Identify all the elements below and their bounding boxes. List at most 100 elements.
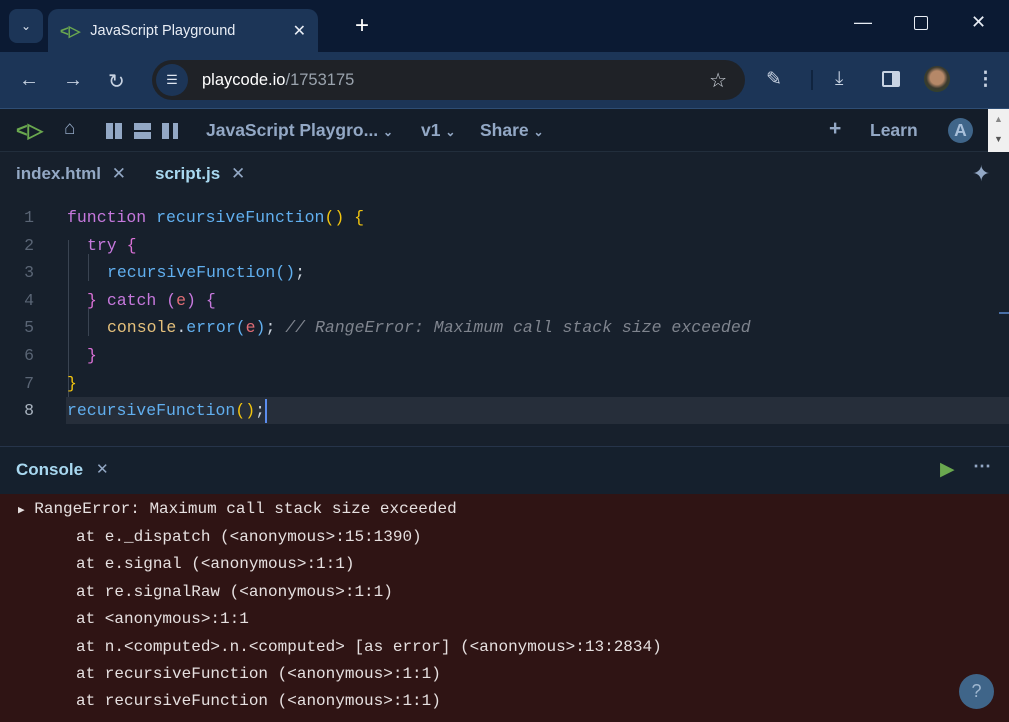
home-icon[interactable]: ⌂ [64,118,75,140]
line-number: 2 [24,235,34,255]
file-tabs: index.html ✕ script.js ✕ ✦ [0,152,1009,196]
scroll-up-icon[interactable]: ▲ [988,109,1009,129]
minimize-icon[interactable]: — [854,12,872,33]
code-text: console.error(e); // RangeError: Maximum… [107,314,751,341]
playcode-logo-icon: <▷ [60,22,81,40]
download-icon[interactable]: ⤓ [835,68,843,90]
scrollbar[interactable]: ▲ ▼ [988,109,1009,152]
chevron-down-icon: ⌄ [445,125,456,139]
code-token: ( [166,290,177,310]
code-line[interactable]: 5 console.error(e); // RangeError: Maximu… [0,314,1009,341]
more-vert-icon[interactable]: ⋮ [976,68,995,91]
code-token: . [176,318,187,338]
stack-frame: at n.<computed>.n.<computed> [as error] … [76,637,662,656]
code-text: recursiveFunction(); [67,397,268,424]
expand-triangle-icon[interactable]: ▶ [18,505,25,517]
close-icon[interactable]: ✕ [112,164,126,183]
project-name-dropdown[interactable]: JavaScript Playgro... ⌄ [206,120,393,141]
code-line[interactable]: 8 recursiveFunction(); [0,397,1009,425]
forward-icon[interactable]: → [63,69,83,92]
console-output: ▶ RangeError: Maximum call stack size ex… [0,494,1009,722]
tab-script-js[interactable]: script.js ✕ [155,164,245,184]
code-text: try { [87,232,137,259]
line-number: 5 [24,318,34,338]
learn-button[interactable]: Learn [870,120,918,141]
profile-avatar[interactable] [924,66,950,92]
line-number: 6 [24,346,34,365]
playcode-logo-icon[interactable]: <▷ [16,118,43,143]
tab-title: JavaScript Playground [90,22,236,39]
code-token: ; [265,318,286,338]
line-number: 7 [24,373,34,393]
star-icon[interactable]: ☆ [709,68,727,93]
browser-tab[interactable]: <▷ JavaScript Playground ✕ [48,9,318,52]
line-number: 1 [24,208,34,227]
code-text: } [87,342,97,369]
tab-index-html[interactable]: index.html ✕ [16,164,126,184]
code-line[interactable]: 1 function recursiveFunction() { [0,204,1009,231]
url-text[interactable]: playcode.io/1753175 [202,71,354,90]
code-token: } [67,373,77,393]
layout-columns-icon[interactable] [106,123,122,139]
close-icon[interactable]: ✕ [293,21,306,41]
code-text: recursiveFunction(); [107,259,305,286]
stack-frame: at re.signalRaw (<anonymous>:1:1) [76,582,393,601]
code-token: () [275,263,296,283]
plus-icon: + [355,12,370,39]
code-editor[interactable]: 1 function recursiveFunction() {2 try {3 re… [0,196,1009,446]
address-bar-row: ← → ↻ ☰ playcode.io/1753175 ☆ ✎ ⤓ ⋮ [0,52,1009,109]
stack-frame: at recursiveFunction (<anonymous>:1:1) [76,665,441,683]
code-line[interactable]: 4} catch (e) { [0,287,1009,314]
side-panel-icon[interactable] [882,71,900,87]
new-tab-button[interactable]: + [355,12,369,40]
close-window-icon[interactable]: ✕ [971,12,986,33]
tab-search-button[interactable]: ⌄ [9,9,43,43]
back-icon[interactable]: ← [19,69,39,92]
layout-rows-icon[interactable] [134,123,151,139]
help-button[interactable]: ? [959,674,994,709]
code-line[interactable]: 2 try { [0,232,1009,259]
code-token: recursiveFunction [67,401,236,421]
code-token: ) [255,318,266,338]
code-token: ) { [186,290,216,310]
line-number: 4 [24,290,34,310]
scroll-down-icon[interactable]: ▼ [988,129,1009,149]
code-token: ( [235,318,246,338]
user-avatar[interactable]: A [948,118,973,143]
version-dropdown[interactable]: v1 ⌄ [421,120,455,141]
extensions-icon[interactable]: ✎ [766,68,782,91]
stack-frame: at e.signal (<anonymous>:1:1) [76,555,355,574]
app-toolbar: <▷ ⌂ JavaScript Playgro... ⌄ v1 ⌄ Share … [0,109,1009,152]
maximize-icon[interactable] [914,16,928,30]
code-line[interactable]: 3 recursiveFunction(); [0,259,1009,286]
layout-split-icon[interactable] [162,123,178,139]
url-path: /1753175 [285,70,355,89]
console-header: Console ✕ ▶ ⋯ [0,446,1009,494]
browser-tab-strip: ⌄ <▷ JavaScript Playground ✕ + — ✕ [0,0,1009,52]
chevron-down-icon: ⌄ [383,125,394,139]
code-token: catch [106,290,167,310]
more-horiz-icon[interactable]: ⋯ [973,456,991,477]
run-icon[interactable]: ▶ [940,458,955,481]
code-token: } [87,346,97,365]
plus-icon[interactable]: + [829,117,841,141]
ai-sparkle-icon[interactable]: ✦ [972,161,990,187]
code-token: function [67,208,157,227]
code-token: () { [324,208,365,227]
close-icon[interactable]: ✕ [231,164,245,183]
stack-frame: at <anonymous>:1:1 [76,610,249,629]
reload-icon[interactable]: ↻ [108,69,125,94]
text-cursor [265,398,268,423]
site-info-icon[interactable]: ☰ [156,64,188,96]
code-token: } [87,290,107,310]
close-icon[interactable]: ✕ [96,460,109,478]
code-line[interactable]: 6} [0,342,1009,369]
error-entry[interactable]: ▶ RangeError: Maximum call stack size ex… [18,496,457,523]
code-token: e [245,318,256,338]
code-token: try [87,235,127,255]
code-token: e [176,290,187,310]
share-dropdown[interactable]: Share ⌄ [480,120,544,141]
chevron-down-icon: ⌄ [20,19,32,33]
omnibox[interactable]: ☰ playcode.io/1753175 ☆ [152,60,745,100]
code-line[interactable]: 7} [0,370,1009,397]
